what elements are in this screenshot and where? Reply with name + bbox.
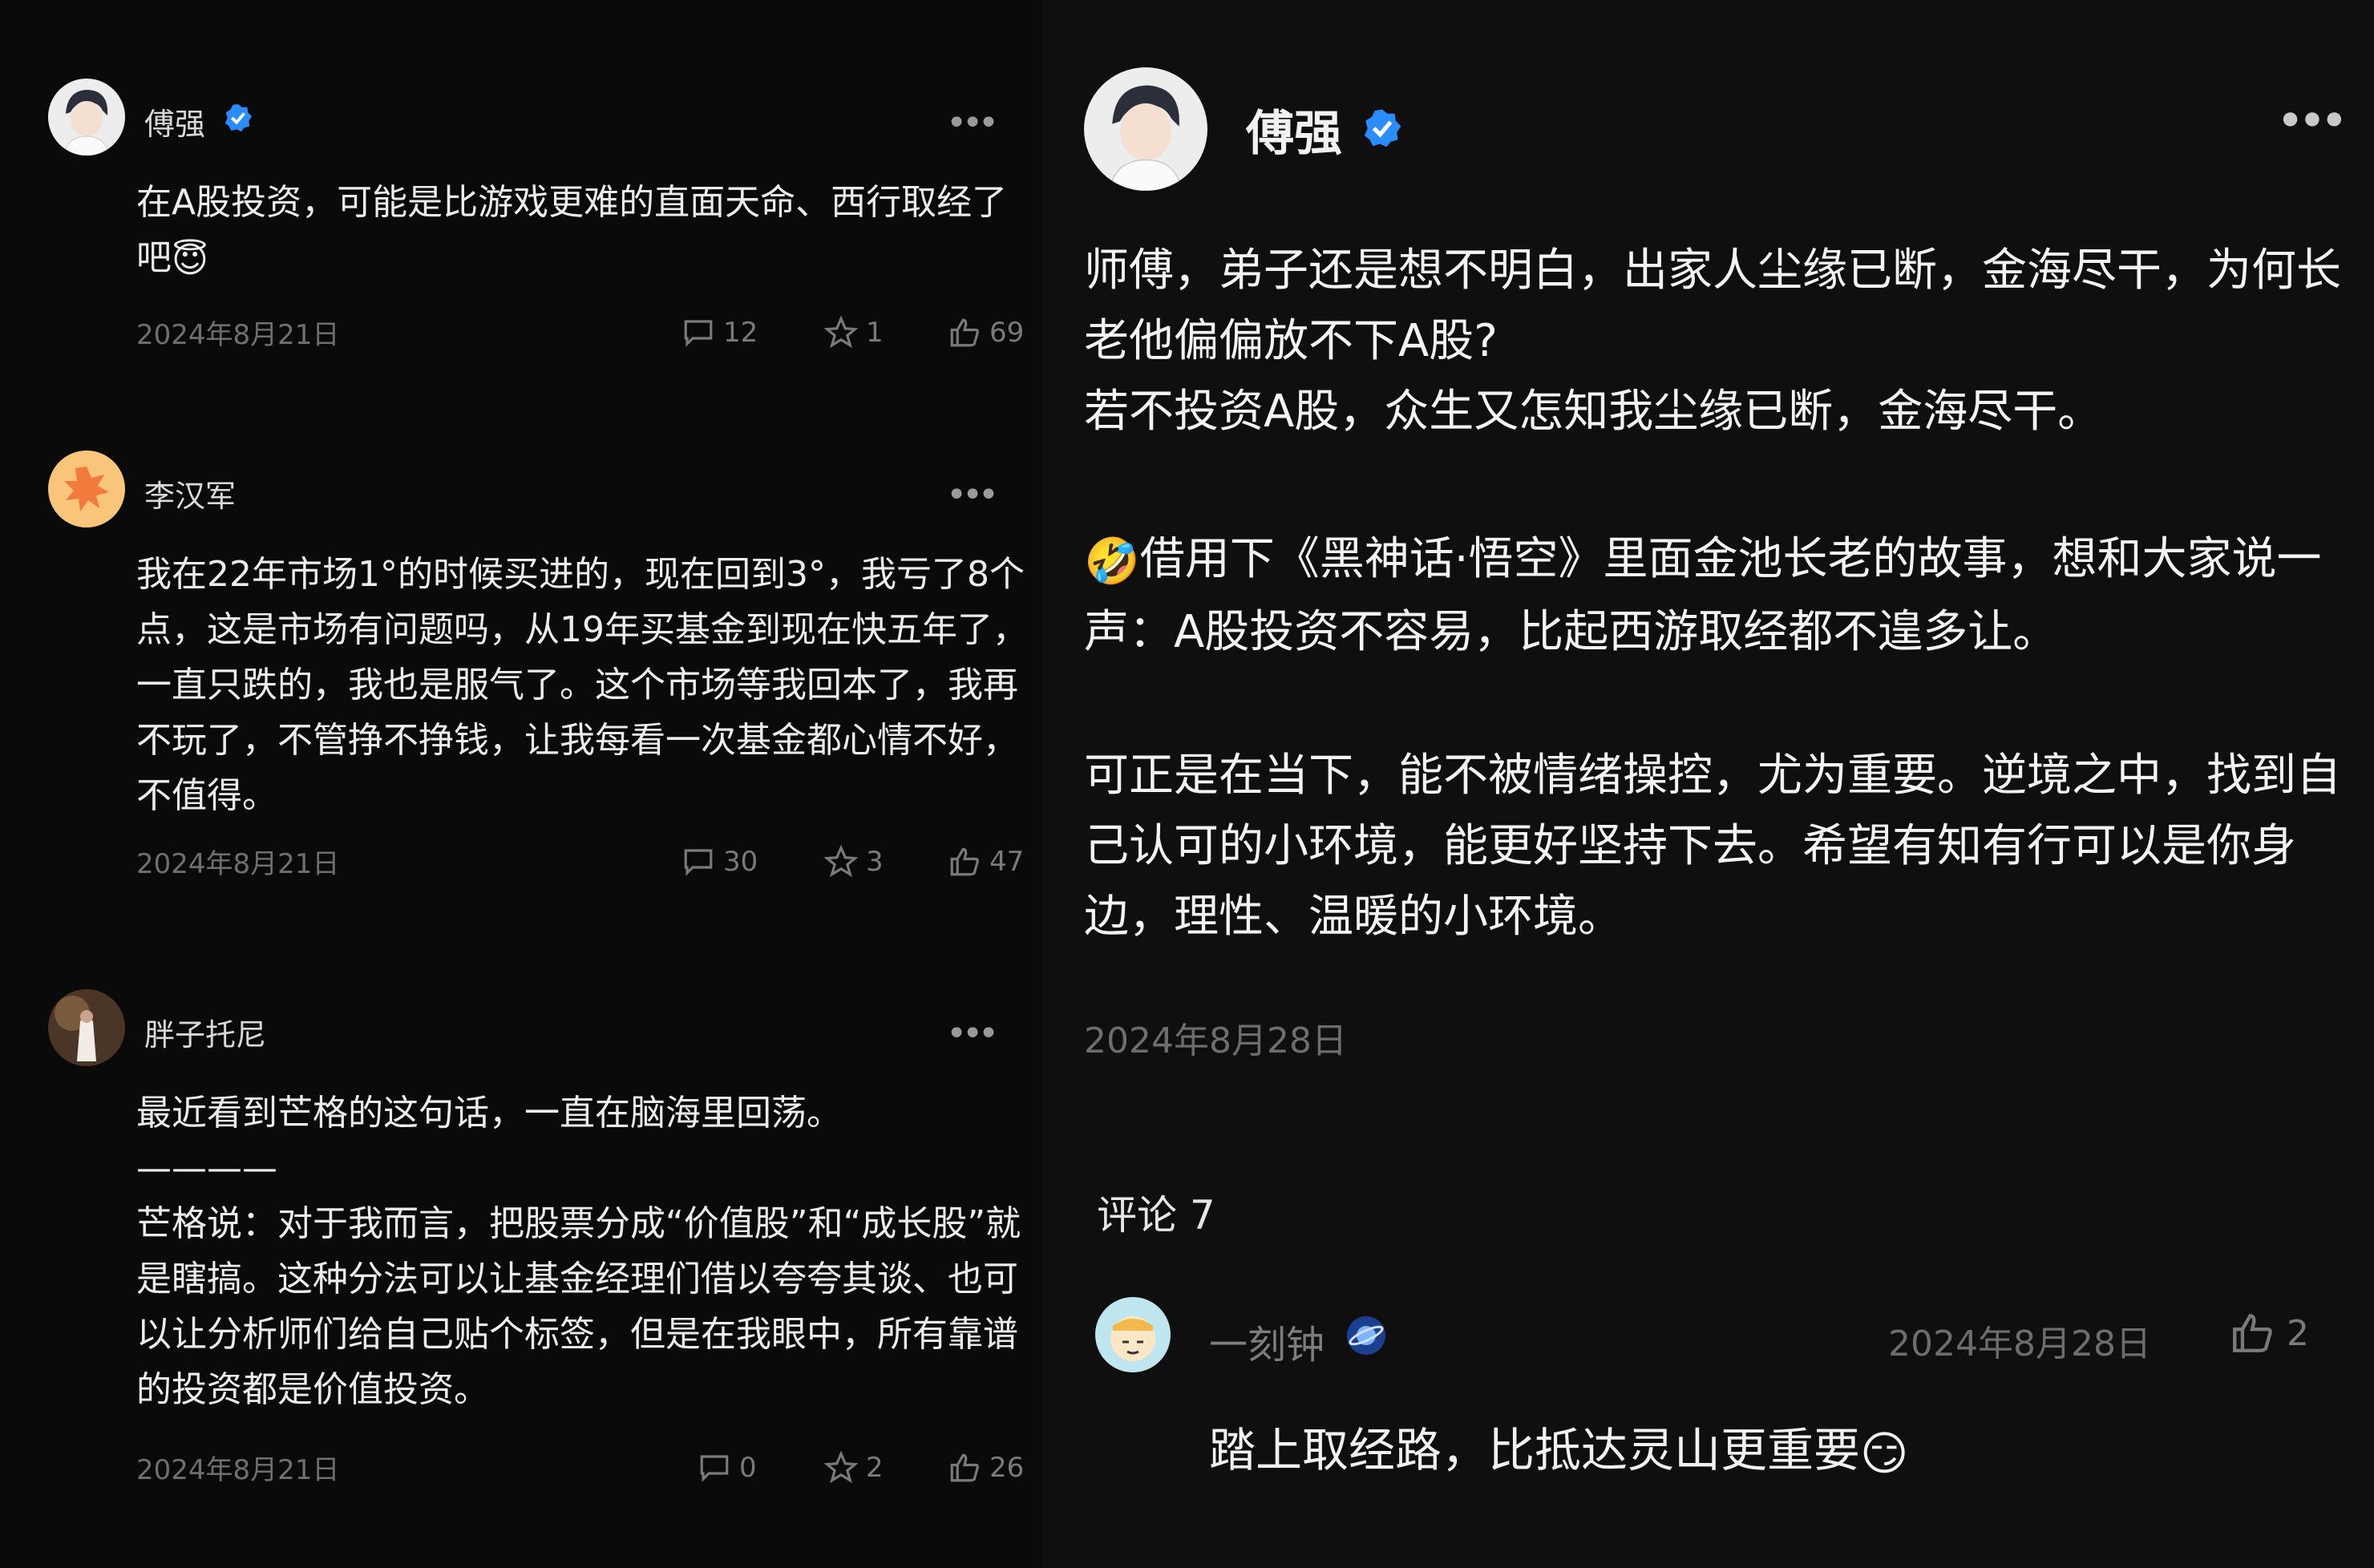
like-button[interactable]: 47 [948, 842, 1024, 882]
star-button[interactable]: 3 [824, 842, 884, 882]
more-icon[interactable]: ••• [946, 1013, 999, 1054]
comment-button[interactable]: 12 [681, 313, 758, 353]
emoji: 😏 [1860, 1425, 1909, 1481]
post-header: 李汉军 ••• [48, 451, 999, 531]
star-count: 2 [866, 1452, 884, 1484]
post-date: 2024年8月21日 [136, 319, 340, 351]
planet-badge-icon [1347, 1316, 1385, 1355]
username[interactable]: 李汉军 [144, 471, 236, 515]
post-meta: 2024年8月21日 0 2 26 [136, 1448, 1034, 1488]
post-body: 在A股投资，可能是比游戏更难的直面天命、西行取经了吧😇 [136, 175, 1034, 288]
thumbs-up-icon [950, 318, 979, 347]
like-count: 47 [989, 846, 1025, 878]
star-count: 1 [866, 317, 884, 349]
left-feed: 傅强 ••• 在A股投资，可能是比游戏更难的直面天命、西行取经了吧😇 2024年… [0, 0, 1042, 1568]
username[interactable]: 傅强 [144, 99, 205, 143]
like-count: 69 [989, 317, 1025, 349]
comment-like-button[interactable]: 2 [2229, 1310, 2309, 1356]
avatar[interactable] [1084, 67, 1207, 191]
comment-date: 2024年8月28日 [1888, 1324, 2151, 1364]
post-header: 胖子托尼 ••• [48, 989, 999, 1069]
emoji: 🤣 [1084, 535, 1140, 588]
post-paragraph: 可正是在当下，能不被情绪操控，尤为重要。逆境之中，找到自己认可的小环境，能更好坚… [1084, 750, 2341, 943]
post-body: 我在22年市场1°的时候买进的，现在回到3°，我亏了8个点，这是市场有问题吗，从… [136, 554, 1028, 816]
more-icon[interactable]: ••• [946, 103, 999, 143]
post-date: 2024年8月21日 [136, 848, 340, 880]
thumbs-up-icon [2233, 1314, 2272, 1352]
post-date: 2024年8月21日 [136, 1454, 340, 1486]
commenter-name[interactable]: 一刻钟 [1209, 1313, 1325, 1369]
comment-button[interactable]: 0 [698, 1448, 757, 1488]
comments-title: 评论 7 [1097, 1192, 1215, 1239]
username[interactable]: 傅强 [1246, 95, 1342, 164]
more-icon[interactable]: ••• [2276, 93, 2348, 149]
post-paragraph: 🤣借用下《黑神话·悟空》里面金池长老的故事，想和大家说一声：A股投资不容易，比起… [1084, 524, 2351, 668]
thumbs-up-icon [950, 847, 979, 876]
comment-count: 12 [723, 317, 758, 349]
comment-icon [700, 1455, 729, 1482]
username[interactable]: 胖子托尼 [144, 1010, 266, 1054]
comment-icon [684, 849, 713, 876]
comment-icon [684, 320, 713, 347]
like-count: 26 [989, 1452, 1025, 1484]
emoji: 😇 [172, 239, 208, 281]
like-button[interactable]: 26 [948, 1448, 1024, 1488]
comment-count: 0 [739, 1452, 757, 1484]
star-button[interactable]: 2 [824, 1448, 884, 1488]
commenter-avatar[interactable] [1095, 1297, 1171, 1372]
verified-badge-icon [1364, 109, 1401, 148]
like-button[interactable]: 69 [948, 313, 1024, 353]
star-icon [824, 845, 858, 878]
star-icon [824, 1451, 858, 1484]
post-meta: 2024年8月21日 12 1 69 [136, 313, 1034, 353]
post-date: 2024年8月28日 [1084, 1020, 1347, 1061]
post-paragraph: 师傅，弟子还是想不明白，出家人尘缘已断，金海尽干，为何长老他偏偏放不下A股? 若… [1084, 244, 2341, 438]
avatar[interactable] [48, 79, 125, 156]
star-button[interactable]: 1 [824, 313, 884, 353]
post-body: 最近看到芒格的这句话，一直在脑海里回荡。 ———— 芒格说：对于我而言，把股票分… [136, 1093, 1021, 1410]
comment-count: 30 [723, 846, 758, 878]
post-meta: 2024年8月21日 30 3 47 [136, 842, 1034, 882]
post-header: 傅强 ••• [48, 79, 999, 159]
comment-button[interactable]: 30 [681, 842, 758, 882]
thumbs-up-icon [950, 1453, 979, 1482]
star-count: 3 [866, 846, 884, 878]
post-detail: 傅强 ••• 师傅，弟子还是想不明白，出家人尘缘已断，金海尽干，为何长老他偏偏放… [1042, 0, 2374, 1568]
verified-badge-icon [224, 103, 253, 132]
more-icon[interactable]: ••• [946, 475, 999, 515]
avatar[interactable] [48, 451, 125, 527]
like-count: 2 [2287, 1312, 2309, 1354]
comment-text: 踏上取经路，比抵达灵山更重要😏 [1209, 1423, 1909, 1481]
avatar[interactable] [48, 989, 125, 1066]
star-icon [824, 316, 858, 349]
